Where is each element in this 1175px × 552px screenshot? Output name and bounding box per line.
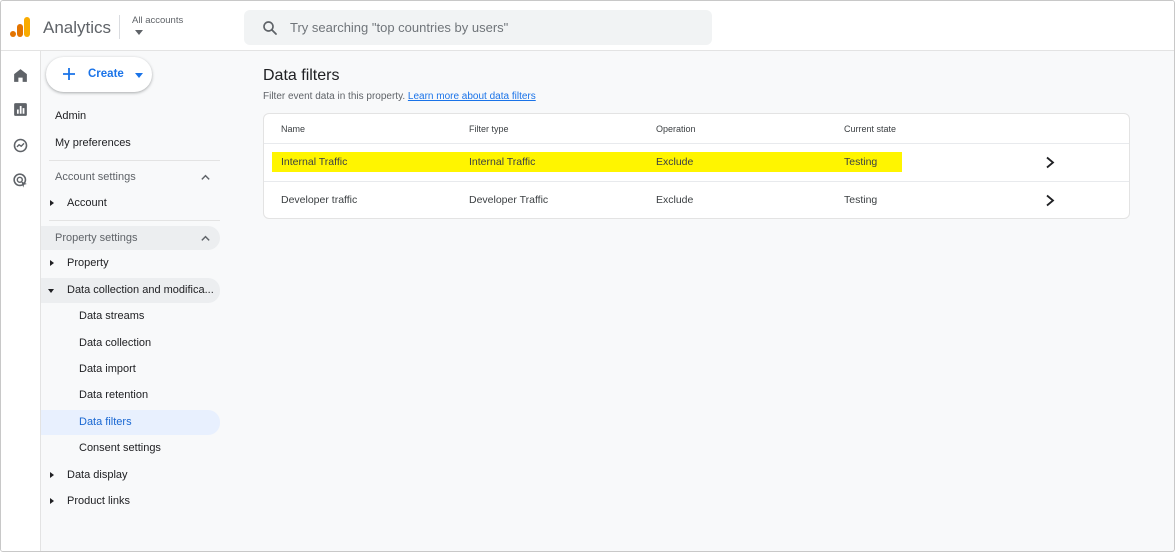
page-description: Filter event data in this property. Lear… — [263, 91, 536, 102]
reports-icon[interactable] — [12, 101, 29, 118]
sidebar-item-property[interactable]: Property — [41, 251, 220, 276]
account-selector[interactable]: All accounts — [132, 15, 183, 26]
explore-icon[interactable] — [12, 137, 29, 154]
sidebar-item-account[interactable]: Account — [41, 191, 220, 216]
sidebar-item-data-retention[interactable]: Data retention — [41, 383, 220, 408]
description-text: Filter event data in this property. — [263, 91, 406, 102]
column-header-current-state[interactable]: Current state — [844, 124, 896, 134]
nav-admin[interactable]: Admin — [55, 110, 86, 122]
section-property-settings[interactable]: Property settings — [41, 226, 220, 250]
nav-my-preferences[interactable]: My preferences — [55, 137, 131, 149]
cell-name: Developer traffic — [281, 194, 358, 206]
cell-current-state: Testing — [844, 156, 878, 168]
sidebar-item-product-links[interactable]: Product links — [41, 489, 220, 514]
sidebar-item-data-collection[interactable]: Data collection — [41, 331, 220, 356]
plus-icon — [63, 68, 75, 80]
cell-filter-type: Developer Traffic — [469, 194, 549, 206]
admin-sidebar: Create Admin My preferences Account sett… — [41, 51, 231, 551]
data-filters-table: Name Filter type Operation Current state… — [263, 113, 1130, 219]
divider — [49, 220, 220, 221]
sidebar-item-data-import[interactable]: Data import — [41, 357, 220, 382]
nav-label: Data display — [67, 469, 128, 481]
cell-name: Internal Traffic — [281, 156, 348, 168]
section-label: Property settings — [55, 232, 138, 244]
sidebar-item-data-streams[interactable]: Data streams — [41, 304, 220, 329]
nav-label: Product links — [67, 495, 130, 507]
caret-right-icon — [50, 260, 54, 266]
caret-right-icon — [50, 472, 54, 478]
create-label: Create — [88, 68, 124, 80]
create-button[interactable]: Create — [46, 57, 152, 92]
caret-right-icon — [50, 498, 54, 504]
app-window: Analytics All accounts Try searching "to… — [0, 0, 1175, 552]
page-title: Data filters — [263, 67, 340, 84]
search-input[interactable] — [290, 10, 700, 45]
nav-label: Data import — [79, 363, 136, 375]
sidebar-item-consent-settings[interactable]: Consent settings — [41, 436, 220, 461]
learn-more-link[interactable]: Learn more about data filters — [408, 91, 536, 102]
cell-current-state: Testing — [844, 194, 878, 206]
caret-down-icon — [135, 73, 143, 78]
sidebar-item-data-filters[interactable]: Data filters — [41, 410, 220, 435]
column-header-name[interactable]: Name — [281, 124, 305, 134]
chevron-right-icon[interactable] — [1044, 156, 1056, 169]
home-icon[interactable] — [12, 67, 29, 84]
nav-label: Consent settings — [79, 442, 161, 454]
section-account-settings[interactable]: Account settings — [41, 165, 220, 189]
nav-label: Data collection — [79, 337, 152, 349]
chevron-right-icon[interactable] — [1044, 194, 1056, 207]
table-row[interactable]: Internal Traffic Internal Traffic Exclud… — [264, 143, 1129, 181]
analytics-logo-icon[interactable] — [10, 16, 32, 38]
nav-label: Account — [67, 197, 107, 209]
table-row[interactable]: Developer traffic Developer Traffic Excl… — [264, 181, 1129, 219]
row-highlight — [272, 152, 902, 172]
app-title: Analytics — [43, 18, 112, 37]
cell-filter-type: Internal Traffic — [469, 156, 536, 168]
nav-label: Property — [67, 257, 109, 269]
search-icon — [263, 21, 277, 35]
divider — [49, 160, 220, 161]
top-bar: Analytics All accounts — [1, 1, 1174, 51]
nav-label: Data retention — [79, 389, 149, 401]
nav-label: Data streams — [79, 310, 145, 322]
chevron-up-icon — [201, 174, 210, 180]
title-divider — [119, 15, 120, 39]
search-bar[interactable] — [244, 10, 712, 45]
column-header-filter-type[interactable]: Filter type — [469, 124, 509, 134]
nav-label: Data filters — [79, 416, 132, 428]
caret-right-icon — [50, 200, 54, 206]
sidebar-item-data-display[interactable]: Data display — [41, 463, 220, 488]
section-label: Account settings — [55, 171, 136, 183]
advertising-icon[interactable] — [12, 172, 29, 189]
column-header-operation[interactable]: Operation — [656, 124, 696, 134]
nav-label: Data collection and modifica... — [67, 284, 214, 296]
cell-operation: Exclude — [656, 156, 694, 168]
sidebar-item-data-collection-and-modification[interactable]: Data collection and modifica... — [41, 278, 220, 303]
caret-down-icon — [48, 289, 54, 293]
cell-operation: Exclude — [656, 194, 694, 206]
chevron-down-icon[interactable] — [135, 30, 143, 35]
left-rail — [1, 51, 41, 551]
chevron-up-icon — [201, 235, 210, 241]
